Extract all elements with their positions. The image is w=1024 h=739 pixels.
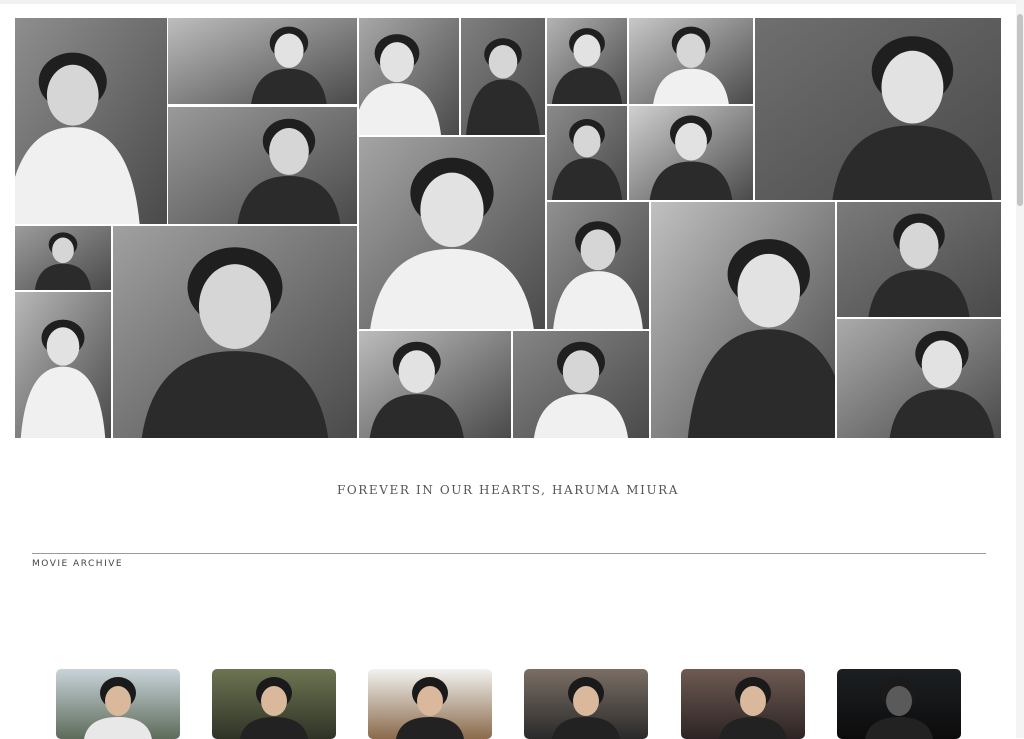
memorial-tagline: FOREVER IN OUR HEARTS, HARUMA MIURA — [336, 483, 680, 497]
photo-window-pointing — [168, 18, 357, 104]
movie-thumbnail-2[interactable] — [212, 669, 336, 739]
photo-koala — [547, 202, 649, 329]
movie-thumbnail-4[interactable] — [524, 669, 648, 739]
photo-glasses — [547, 18, 627, 104]
photo-collage — [0, 0, 1016, 440]
photo-sea-laughing — [755, 18, 1001, 200]
movie-archive-heading: MOVIE ARCHIVE — [32, 559, 124, 569]
movie-thumbnail-5[interactable] — [681, 669, 805, 739]
photo-kimono — [461, 18, 545, 135]
page-scrollbar[interactable] — [1016, 0, 1024, 738]
photo-street-twirl — [629, 106, 753, 200]
photo-camera-seated — [629, 18, 753, 104]
photo-jacket-portrait — [547, 106, 627, 200]
photo-train-seated — [837, 319, 1001, 438]
movie-thumbnail-3[interactable] — [368, 669, 492, 739]
photo-eating — [359, 137, 545, 329]
photo-wink — [15, 292, 111, 438]
scrollbar-thumb[interactable] — [1017, 14, 1023, 206]
section-divider — [32, 553, 986, 554]
movie-thumbnail-6[interactable] — [837, 669, 961, 739]
movie-thumbnail-1[interactable] — [56, 669, 180, 739]
photo-looking-up — [359, 331, 511, 438]
photo-profile-closeup — [359, 18, 459, 135]
photo-portrait-smile — [15, 18, 167, 224]
photo-wall-lean — [651, 202, 835, 438]
photo-bamboo-standing — [15, 226, 111, 290]
photo-bookshelf-smile — [168, 107, 357, 224]
photo-umbrella — [113, 226, 357, 438]
photo-playground-sitting — [513, 331, 649, 438]
photo-forest-cardigan — [837, 202, 1001, 317]
